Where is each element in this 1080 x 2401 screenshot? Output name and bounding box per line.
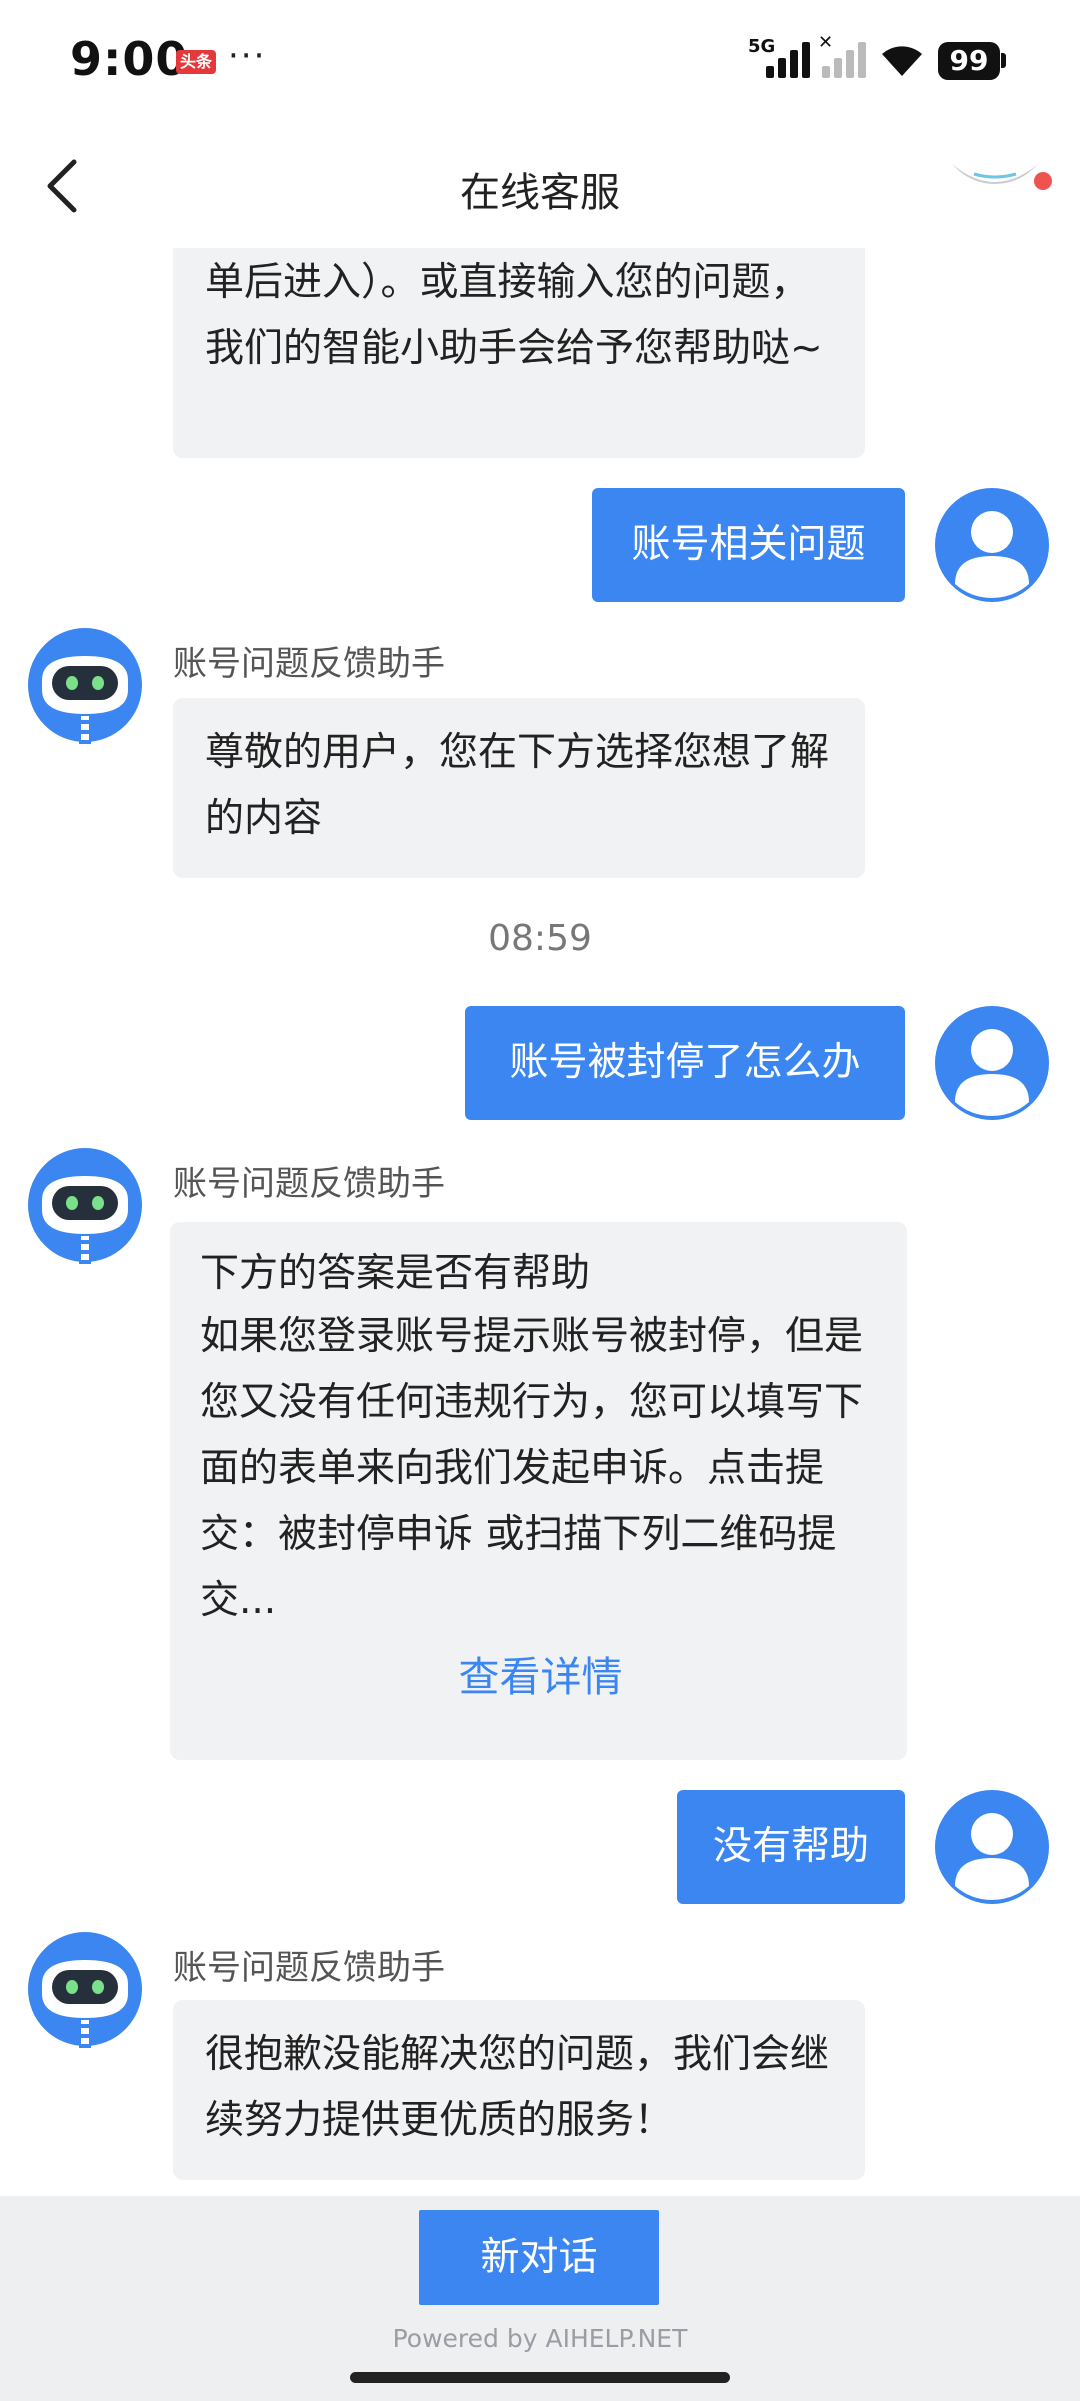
new-chat-button[interactable]: 新对话 xyxy=(419,2210,659,2305)
view-details-link[interactable]: 查看详情 xyxy=(200,1644,881,1710)
wifi-icon xyxy=(878,40,926,84)
user-message-bubble: 没有帮助 xyxy=(677,1790,905,1904)
bot-message-bubble: 尊敬的用户，您在下方选择您想了解的内容 xyxy=(173,698,865,878)
user-message-bubble: 账号被封停了怎么办 xyxy=(465,1006,905,1120)
chat-timestamp: 08:59 xyxy=(488,918,592,959)
bot-avatar xyxy=(28,1148,142,1270)
powered-by-label: Powered by AIHELP.NET xyxy=(392,2324,688,2353)
robot-avatar-icon xyxy=(28,628,142,746)
user-message-bubble: 账号相关问题 xyxy=(592,488,905,602)
chat-area[interactable]: 单后进入）。或直接输入您的问题，我们的智能小助手会给予您帮助哒~ 账号相关问题 … xyxy=(0,248,1080,2196)
user-avatar-icon xyxy=(935,488,1049,602)
agent-avatar-icon[interactable] xyxy=(950,140,1040,196)
user-avatar xyxy=(935,1006,1049,1120)
bot-answer-bubble: 下方的答案是否有帮助 如果您登录账号提示账号被封停，但是您又没有任何违规行为，您… xyxy=(170,1222,907,1760)
page-title: 在线客服 xyxy=(460,170,620,216)
status-time: 9:00 xyxy=(70,32,189,86)
status-bar: 9:00 头条 ··· 5G ✕ 99 xyxy=(0,0,1080,130)
user-avatar-icon xyxy=(935,1790,1049,1904)
answer-title: 下方的答案是否有帮助 xyxy=(200,1251,591,1296)
robot-avatar-icon xyxy=(28,1148,142,1266)
bot-sender-name: 账号问题反馈助手 xyxy=(173,1164,445,1204)
bot-message-bubble: 很抱歉没能解决您的问题，我们会继续努力提供更优质的服务！ xyxy=(173,2000,865,2180)
bot-message-text: 很抱歉没能解决您的问题，我们会继续努力提供更优质的服务！ xyxy=(205,2032,830,2143)
user-avatar-icon xyxy=(935,1006,1049,1120)
signal-strength-icon xyxy=(766,42,812,78)
bot-sender-name: 账号问题反馈助手 xyxy=(173,1948,445,1988)
user-avatar xyxy=(935,488,1049,602)
user-message-text: 没有帮助 xyxy=(712,1824,869,1869)
robot-avatar-icon xyxy=(28,1932,142,2050)
battery-icon: 99 xyxy=(938,42,1000,80)
toutiao-notification-icon: 头条 xyxy=(176,50,216,74)
home-indicator[interactable] xyxy=(350,2372,730,2383)
bot-sender-name: 账号问题反馈助手 xyxy=(173,644,445,684)
bot-avatar xyxy=(28,628,142,750)
battery-tip xyxy=(1001,53,1006,68)
signal-sim2-icon: ✕ xyxy=(818,32,868,78)
bot-message-bubble: 单后进入）。或直接输入您的问题，我们的智能小助手会给予您帮助哒~ xyxy=(173,248,865,458)
user-message-text: 账号被封停了怎么办 xyxy=(509,1040,861,1085)
more-notifications-icon: ··· xyxy=(228,36,267,76)
user-message-text: 账号相关问题 xyxy=(631,522,866,567)
bot-avatar xyxy=(28,1932,142,2054)
bot-message-text: 尊敬的用户，您在下方选择您想了解的内容 xyxy=(205,730,830,841)
user-avatar xyxy=(935,1790,1049,1904)
notification-dot xyxy=(1034,172,1052,190)
bot-message-text: 单后进入）。或直接输入您的问题，我们的智能小助手会给予您帮助哒~ xyxy=(205,260,823,371)
answer-text: 如果您登录账号提示账号被封停，但是您又没有任何违规行为，您可以填写下面的表单来向… xyxy=(200,1314,864,1623)
